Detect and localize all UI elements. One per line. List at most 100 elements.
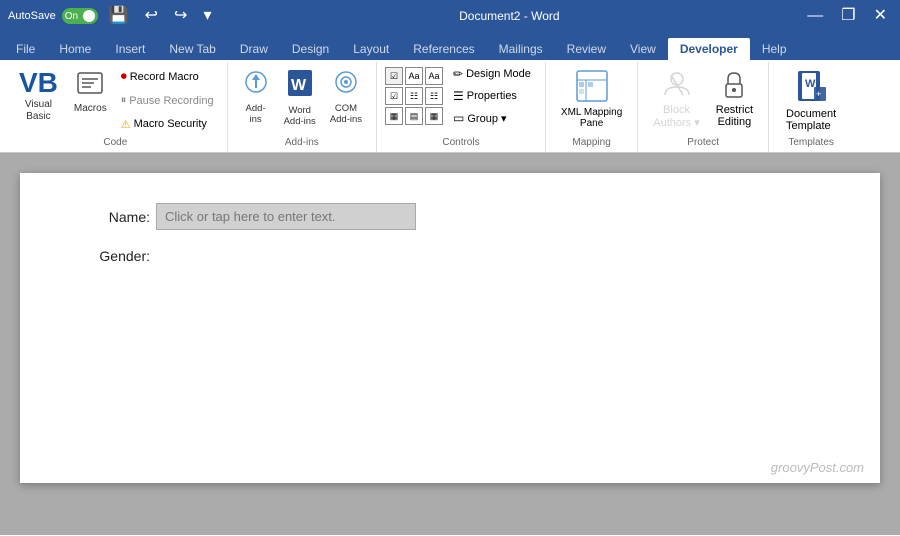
undo-button[interactable]: ↩ <box>140 6 163 26</box>
redo-button[interactable]: ↪ <box>169 6 192 26</box>
block-authors-label: BlockAuthors ▾ <box>653 104 700 129</box>
group-label: Group ▾ <box>467 112 506 125</box>
name-input[interactable]: Click or tap here to enter text. <box>156 203 416 230</box>
customize-button[interactable]: ▾ <box>198 6 216 26</box>
document-template-button[interactable]: W + DocumentTemplate <box>777 64 845 137</box>
pause-recording-icon: ⏸ <box>121 94 127 107</box>
ribbon-group-code: VB VisualBasic Macros ⏺ <box>4 62 228 152</box>
pause-recording-button[interactable]: ⏸ Pause Recording <box>116 91 219 110</box>
code-group-content: VB VisualBasic Macros ⏺ <box>12 64 219 137</box>
tab-references[interactable]: References <box>401 38 486 60</box>
restrict-editing-button[interactable]: RestrictEditing <box>709 64 760 133</box>
macros-button[interactable]: Macros <box>67 64 114 120</box>
document-template-label: DocumentTemplate <box>786 108 836 132</box>
add-ins-icon <box>242 68 270 103</box>
restore-button[interactable]: ❐ <box>836 6 860 26</box>
ribbon-group-controls: ☑ Aa Aa ☑ ☷ ☷ ▦ ▤ ▦ ✏ Design Mode <box>377 62 546 152</box>
record-macro-button[interactable]: ⏺ Record Macro <box>116 66 219 87</box>
macro-security-button[interactable]: ⚠ Macro Security <box>116 115 219 134</box>
document-area: Name: Click or tap here to enter text. G… <box>0 153 900 535</box>
visual-basic-label: VisualBasic <box>25 99 52 123</box>
autosave-label: AutoSave <box>8 10 56 22</box>
mapping-group-content: XML MappingPane <box>554 64 629 137</box>
xml-mapping-pane-button[interactable]: XML MappingPane <box>554 64 629 133</box>
tab-newtab[interactable]: New Tab <box>157 38 227 60</box>
tab-draw[interactable]: Draw <box>228 38 280 60</box>
pause-recording-label: Pause Recording <box>129 95 213 107</box>
mapping-group-label: Mapping <box>554 137 629 150</box>
controls-group-label: Controls <box>385 137 537 150</box>
autosave-toggle[interactable]: On <box>62 8 98 24</box>
tab-insert[interactable]: Insert <box>103 38 157 60</box>
minimize-button[interactable]: — <box>802 6 828 26</box>
properties-button[interactable]: ☰ Properties <box>447 86 537 106</box>
word-add-ins-label: WordAdd-ins <box>284 105 316 128</box>
macros-label: Macros <box>74 103 107 115</box>
title-bar-right: — ❐ ✕ <box>802 6 892 26</box>
ctrl-icon-3[interactable]: Aa <box>425 67 443 85</box>
tab-design[interactable]: Design <box>280 38 341 60</box>
ribbon-tabs: File Home Insert New Tab Draw Design Lay… <box>0 32 900 60</box>
tab-developer[interactable]: Developer <box>668 38 750 60</box>
tab-review[interactable]: Review <box>555 38 618 60</box>
ctrl-icon-8[interactable]: ▤ <box>405 107 423 125</box>
addins-group-content: Add-ins W WordAdd-ins <box>236 64 368 137</box>
ctrl-icon-5[interactable]: ☷ <box>405 87 423 105</box>
ctrl-icon-2[interactable]: Aa <box>405 67 423 85</box>
save-button[interactable]: 💾 <box>104 6 134 26</box>
protect-group-label: Protect <box>646 137 760 150</box>
ctrl-icon-7[interactable]: ▦ <box>385 107 403 125</box>
com-add-ins-icon <box>332 68 360 103</box>
svg-text:+: + <box>816 89 821 99</box>
autosave-knob <box>83 10 95 22</box>
tab-mailings[interactable]: Mailings <box>487 38 555 60</box>
com-add-ins-button[interactable]: COMAdd-ins <box>324 64 368 130</box>
ctrl-icon-1[interactable]: ☑ <box>385 67 403 85</box>
ribbon-group-protect: BlockAuthors ▾ RestrictEditing Protect <box>638 62 769 152</box>
xml-mapping-pane-label: XML MappingPane <box>561 107 622 129</box>
templates-group-label: Templates <box>777 137 845 150</box>
gender-label: Gender: <box>80 248 150 264</box>
restrict-editing-icon <box>718 69 750 104</box>
controls-top-area: ☑ Aa Aa ☑ ☷ ☷ ▦ ▤ ▦ ✏ Design Mode <box>385 64 537 128</box>
templates-group-content: W + DocumentTemplate <box>777 64 845 137</box>
design-mode-icon: ✏ <box>453 67 463 81</box>
ribbon-group-templates: W + DocumentTemplate Templates <box>769 62 853 152</box>
controls-group-content: ☑ Aa Aa ☑ ☷ ☷ ▦ ▤ ▦ ✏ Design Mode <box>385 64 537 137</box>
ctrl-icon-4[interactable]: ☑ <box>385 87 403 105</box>
design-mode-button[interactable]: ✏ Design Mode <box>447 64 537 84</box>
ribbon-body: VB VisualBasic Macros ⏺ <box>0 60 900 153</box>
tab-view[interactable]: View <box>618 38 668 60</box>
watermark: groovyPost.com <box>771 460 864 475</box>
tab-help[interactable]: Help <box>750 38 799 60</box>
restrict-editing-label: RestrictEditing <box>716 104 753 128</box>
block-authors-button: BlockAuthors ▾ <box>646 64 707 134</box>
group-button[interactable]: ▭ Group ▾ <box>447 108 537 128</box>
tab-home[interactable]: Home <box>47 38 103 60</box>
title-bar: AutoSave On 💾 ↩ ↪ ▾ Document2 - Word — ❐… <box>0 0 900 32</box>
tab-file[interactable]: File <box>4 38 47 60</box>
ribbon-group-mapping: XML MappingPane Mapping <box>546 62 638 152</box>
word-add-ins-button[interactable]: W WordAdd-ins <box>278 64 322 132</box>
document-page: Name: Click or tap here to enter text. G… <box>20 173 880 483</box>
svg-text:W: W <box>291 77 307 94</box>
window-title: Document2 - Word <box>216 9 802 23</box>
code-group-label: Code <box>12 137 219 150</box>
tab-layout[interactable]: Layout <box>341 38 401 60</box>
visual-basic-button[interactable]: VB VisualBasic <box>12 64 65 128</box>
ctrl-icon-6[interactable]: ☷ <box>425 87 443 105</box>
name-label: Name: <box>80 209 150 225</box>
controls-right-btns: ✏ Design Mode ☰ Properties ▭ Group ▾ <box>447 64 537 128</box>
record-macro-label: Record Macro <box>130 71 199 83</box>
block-authors-icon <box>661 69 693 104</box>
title-bar-left: AutoSave On 💾 ↩ ↪ ▾ <box>8 6 216 26</box>
addins-group-label: Add-ins <box>236 137 368 150</box>
gender-field-row: Gender: <box>80 248 820 264</box>
ctrl-icon-9[interactable]: ▦ <box>425 107 443 125</box>
close-button[interactable]: ✕ <box>869 6 892 26</box>
ribbon-group-addins: Add-ins W WordAdd-ins <box>228 62 377 152</box>
controls-icon-grid: ☑ Aa Aa ☑ ☷ ☷ ▦ ▤ ▦ <box>385 64 443 125</box>
visual-basic-icon: VB <box>19 69 58 97</box>
add-ins-button[interactable]: Add-ins <box>236 64 276 130</box>
name-field-row: Name: Click or tap here to enter text. <box>80 203 820 230</box>
